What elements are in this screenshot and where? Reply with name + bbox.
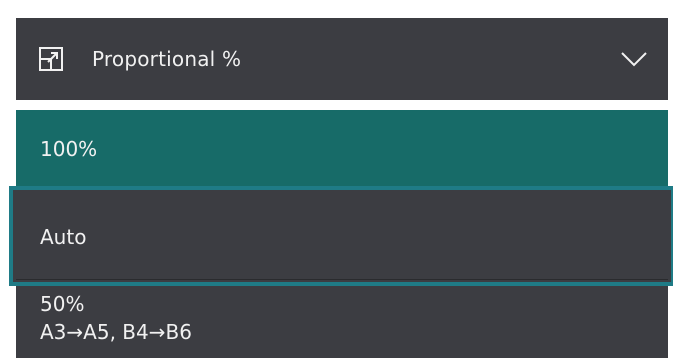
option-label: 50% <box>40 292 85 316</box>
option-label: 100% <box>40 137 98 161</box>
option-label: Auto <box>40 224 87 249</box>
scale-dropdown-panel: Proportional % 100% Auto 50% A3→A5, B4→B… <box>0 0 673 358</box>
dropdown-label: Proportional % <box>92 47 242 71</box>
resize-diagonal-icon <box>38 46 64 72</box>
proportional-dropdown-header[interactable]: Proportional % <box>16 18 668 100</box>
option-50-percent[interactable]: 50% A3→A5, B4→B6 <box>16 286 668 358</box>
chevron-down-icon <box>620 50 648 68</box>
option-100-percent[interactable]: 100% <box>16 110 668 188</box>
option-auto[interactable]: Auto <box>16 194 668 280</box>
option-sublabel: A3→A5, B4→B6 <box>40 320 192 344</box>
